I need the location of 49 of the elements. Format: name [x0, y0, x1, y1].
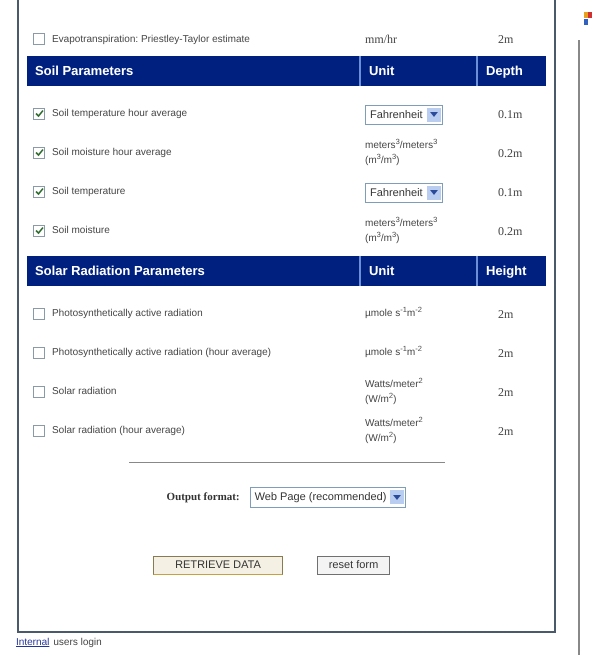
parameter-label: Photosynthetically active radiation (hour average) [52, 346, 272, 360]
section-header: Soil Parameters Unit Depth [27, 56, 546, 86]
checkbox[interactable] [33, 186, 45, 198]
unit-text: (m$^{3}$/m$^{3}$) [365, 230, 400, 246]
unit-text: Watts/meter$^{2}$ [365, 376, 424, 392]
checkbox[interactable] [33, 346, 45, 358]
unit-text: (W/m$^{2}$) [365, 430, 398, 446]
parameter-label: Soil moisture [52, 224, 110, 238]
unit-select[interactable]: Fahrenheit [365, 182, 443, 203]
section-header: Solar Radiation Parameters Unit Height [27, 256, 546, 286]
parameter-label: Soil temperature [52, 185, 126, 199]
reset-button[interactable]: reset form [317, 556, 390, 574]
login-text: users login [53, 636, 102, 650]
unit-text: mm/hr [365, 32, 398, 46]
checkbox[interactable] [33, 108, 45, 120]
unit-text: µmole s$^{-1}$m$^{-2}$ [365, 345, 423, 360]
parameter-label: Soil temperature hour average [52, 107, 188, 121]
parameter-label: Solar radiation (hour average) [52, 424, 185, 438]
output-format-select[interactable]: Web Page (recommended) [250, 487, 406, 508]
checkbox[interactable] [33, 424, 45, 436]
parameter-label: Soil moisture hour average [52, 146, 172, 160]
parameter-label: Solar radiation [52, 385, 116, 399]
checkbox[interactable] [33, 224, 45, 236]
parameter-label: Evapotranspiration: Priestley-Taylor estimate [52, 32, 250, 46]
checkbox[interactable] [33, 33, 45, 45]
measure-value: 2m [497, 384, 514, 400]
unit-text: (W/m$^{2}$) [365, 392, 398, 406]
measure-value: 2m [497, 306, 514, 322]
unit-text: meters$^{3}$/meters$^{3}$ [365, 138, 438, 152]
measure-value: 2m [497, 31, 514, 48]
output-format-label: Output format: [166, 490, 240, 505]
unit-select[interactable]: Fahrenheit [365, 104, 443, 125]
measure-value: 0.2m [497, 144, 522, 162]
unit-text: µmole s$^{-1}$m$^{-2}$ [365, 306, 423, 321]
measure-value: 0.1m [497, 106, 522, 122]
internal-link[interactable]: Internal [16, 635, 50, 650]
measure-value: 0.1m [497, 184, 522, 200]
unit-text: meters$^{3}$/meters$^{3}$ [365, 216, 438, 230]
parameter-label: Photosynthetically active radiation [52, 307, 203, 321]
unit-text: (m$^{3}$/m$^{3}$) [365, 152, 400, 168]
checkbox[interactable] [33, 146, 45, 158]
retrieve-button[interactable]: RETRIEVE DATA [153, 556, 283, 574]
checkbox[interactable] [33, 386, 45, 398]
measure-value: 2m [497, 344, 514, 362]
measure-value: 0.2m [497, 222, 522, 240]
measure-value: 2m [497, 422, 514, 440]
checkbox[interactable] [33, 308, 45, 320]
app-icon [584, 12, 592, 26]
unit-text: Watts/meter$^{2}$ [365, 416, 424, 430]
